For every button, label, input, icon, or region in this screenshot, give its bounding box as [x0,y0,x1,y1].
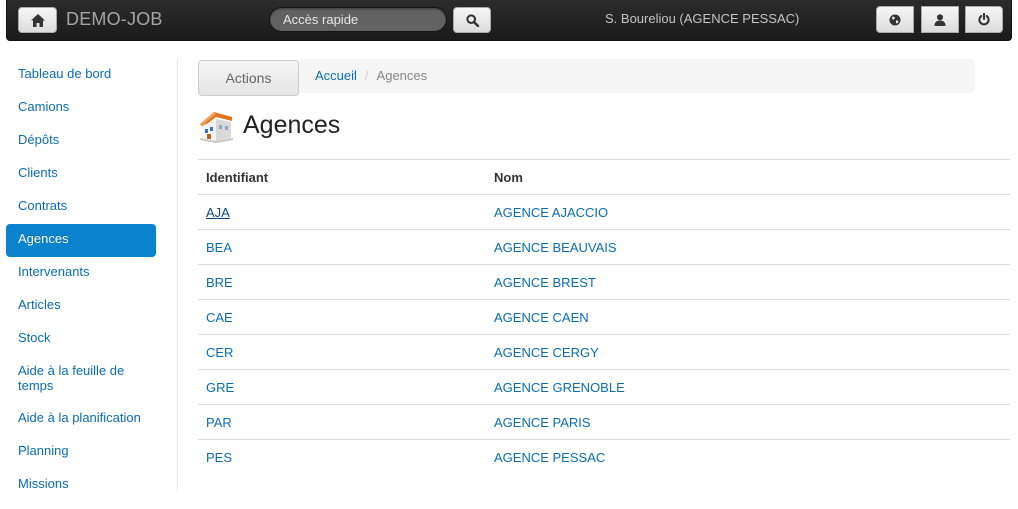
sidebar-item-contrats[interactable]: Contrats [6,191,156,224]
row-id-link[interactable]: CAE [206,310,233,325]
user-icon [934,13,946,26]
table-row: CAE AGENCE CAEN [198,299,1010,335]
cell-nom: AGENCE GRENOBLE [486,369,1010,405]
cell-nom: AGENCE PARIS [486,404,1010,440]
table-row: BRE AGENCE BREST [198,264,1010,300]
logout-button[interactable] [965,6,1003,33]
row-id-link[interactable]: BRE [206,275,233,290]
agences-table: Identifiant Nom AJA AGENCE AJACCIO BEA A… [198,159,1010,475]
profile-button[interactable] [921,6,959,33]
row-name-link[interactable]: AGENCE GRENOBLE [494,380,625,395]
row-name-link[interactable]: AGENCE PESSAC [494,450,605,465]
breadcrumb: Accueil / Agences [299,59,975,93]
sidebar-item-depots[interactable]: Dépôts [6,125,156,158]
search-button[interactable] [453,7,491,33]
sidebar-item-aide-planification[interactable]: Aide à la planification [6,403,156,436]
cell-identifiant: PAR [198,404,486,440]
row-id-link[interactable]: PAR [206,415,232,430]
cell-nom: AGENCE PESSAC [486,439,1010,475]
row-id-link[interactable]: BEA [206,240,232,255]
row-id-link[interactable]: GRE [206,380,234,395]
building-icon [200,112,233,143]
row-id-link[interactable]: PES [206,450,232,465]
cell-nom: AGENCE BEAUVAIS [486,229,1010,265]
table-row: GRE AGENCE GRENOBLE [198,369,1010,405]
cell-identifiant: GRE [198,369,486,405]
table-row: AJA AGENCE AJACCIO [198,194,1010,230]
globe-icon [889,14,901,25]
row-name-link[interactable]: AGENCE PARIS [494,415,591,430]
cell-identifiant: AJA [198,194,486,230]
sidebar-item-planning[interactable]: Planning [6,436,156,469]
table-header-row: Identifiant Nom [198,159,1010,195]
cell-identifiant: PES [198,439,486,475]
table-row: CER AGENCE CERGY [198,334,1010,370]
table-row: PES AGENCE PESSAC [198,439,1010,475]
row-id-link[interactable]: AJA [206,205,230,220]
brand-name[interactable]: DEMO-JOB [66,9,163,30]
sidebar-item-agences[interactable]: Agences [6,224,156,257]
sidebar-item-aide-feuille-de-temps[interactable]: Aide à la feuille de temps [6,356,156,403]
cell-identifiant: BEA [198,229,486,265]
column-header-nom[interactable]: Nom [486,159,1010,195]
top-navbar: DEMO-JOB S. Boureliou (AGENCE PESSAC) [6,0,1012,41]
row-name-link[interactable]: AGENCE BEAUVAIS [494,240,617,255]
sidebar-item-tableau-de-bord[interactable]: Tableau de bord [6,59,156,92]
cell-nom: AGENCE CERGY [486,334,1010,370]
breadcrumb-separator: / [364,68,369,83]
row-name-link[interactable]: AGENCE CAEN [494,310,589,325]
sidebar-divider [177,59,178,491]
power-icon [978,13,990,26]
sidebar-item-camions[interactable]: Camions [6,92,156,125]
cell-identifiant: CAE [198,299,486,335]
actions-button[interactable]: Actions [198,60,299,96]
language-button[interactable] [876,6,914,33]
row-name-link[interactable]: AGENCE BREST [494,275,596,290]
page-title: Agences [243,111,341,139]
breadcrumb-current: Agences [376,68,428,83]
search-icon [465,13,479,27]
current-user-label: S. Boureliou (AGENCE PESSAC) [605,11,800,26]
column-header-identifiant[interactable]: Identifiant [198,159,486,195]
cell-identifiant: BRE [198,264,486,300]
sidebar-item-missions[interactable]: Missions [6,469,156,502]
sidebar-item-articles[interactable]: Articles [6,290,156,323]
breadcrumb-home-link[interactable]: Accueil [315,68,357,83]
cell-nom: AGENCE CAEN [486,299,1010,335]
row-name-link[interactable]: AGENCE AJACCIO [494,205,608,220]
sidebar-item-intervenants[interactable]: Intervenants [6,257,156,290]
cell-nom: AGENCE BREST [486,264,1010,300]
sidebar-item-clients[interactable]: Clients [6,158,156,191]
sidebar-item-stock[interactable]: Stock [6,323,156,356]
home-icon [30,13,45,27]
home-button[interactable] [18,7,57,33]
cell-nom: AGENCE AJACCIO [486,194,1010,230]
row-name-link[interactable]: AGENCE CERGY [494,345,599,360]
sidebar-nav: Tableau de bord Camions Dépôts Clients C… [6,59,156,502]
table-row: BEA AGENCE BEAUVAIS [198,229,1010,265]
table-row: PAR AGENCE PARIS [198,404,1010,440]
row-id-link[interactable]: CER [206,345,233,360]
search-input[interactable] [269,7,447,32]
cell-identifiant: CER [198,334,486,370]
